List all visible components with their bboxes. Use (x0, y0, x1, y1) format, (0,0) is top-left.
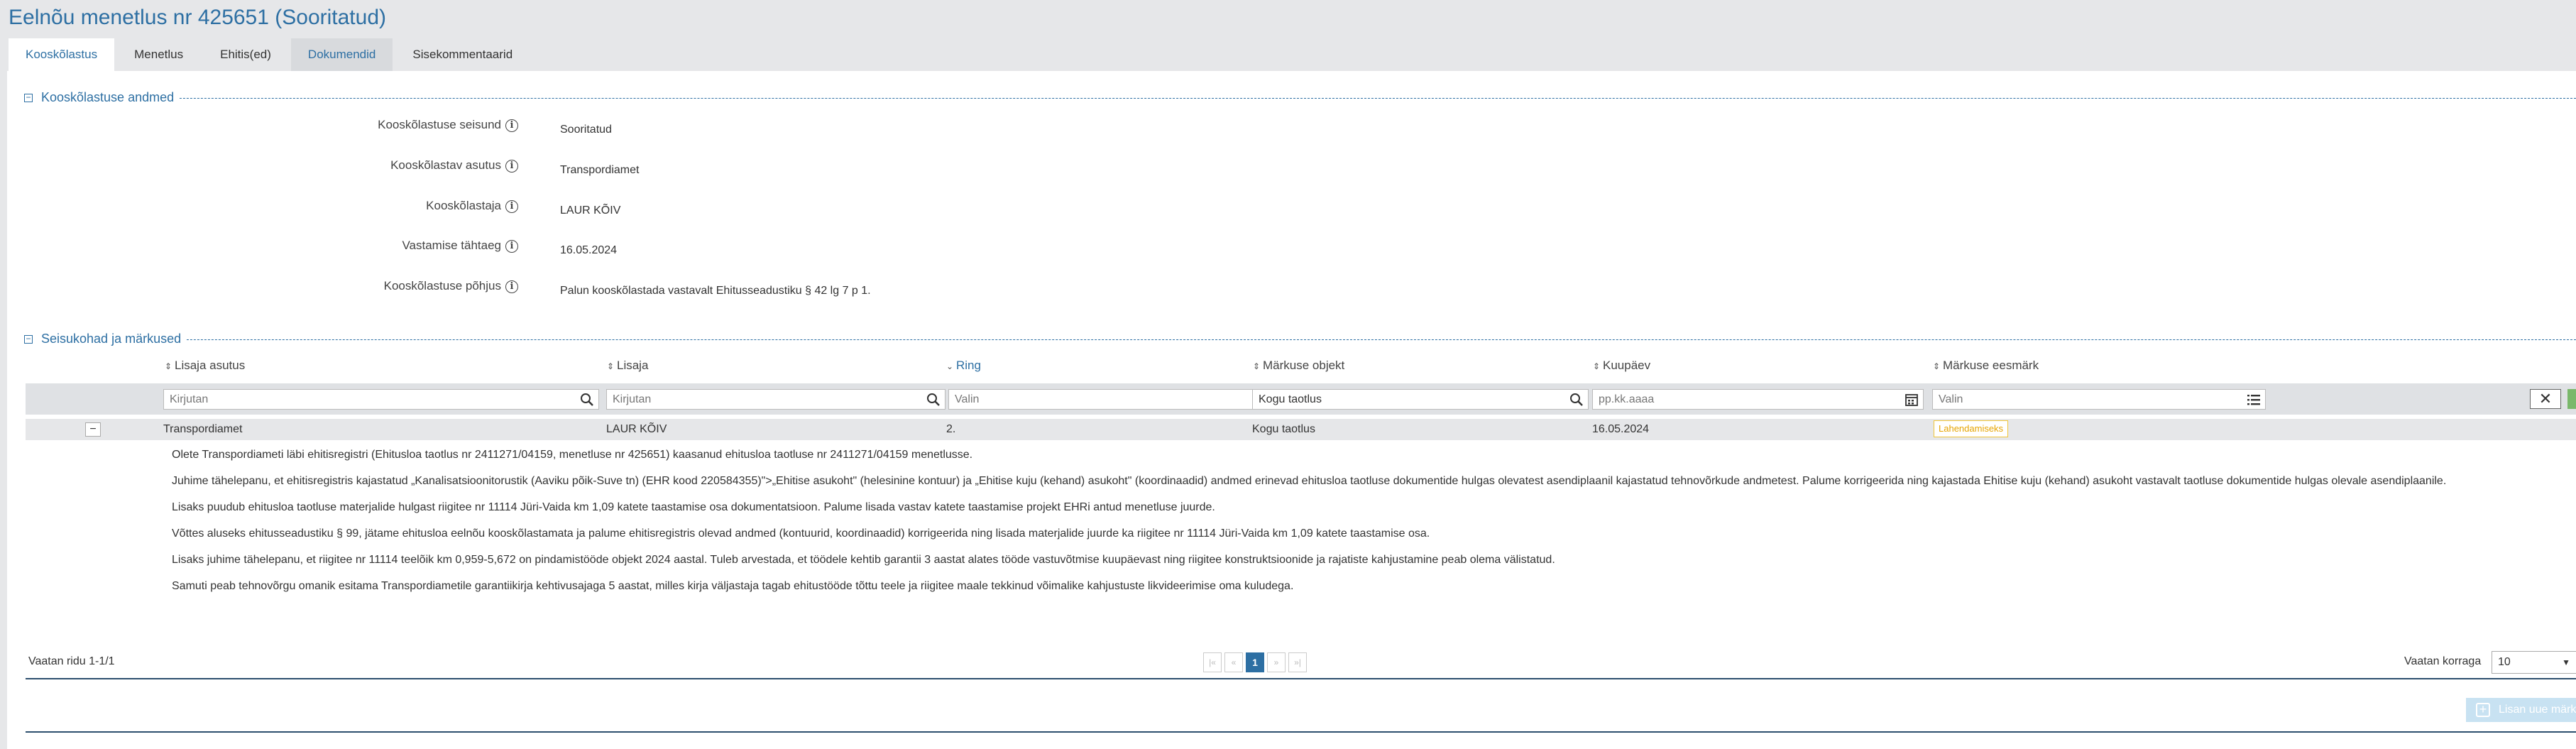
field-value: Transpordiamet (560, 164, 640, 176)
add-remark-button[interactable]: + Lisan uue märkuse (2466, 698, 2576, 722)
clear-filters-button[interactable]: ✕ (2530, 389, 2561, 409)
tab-ehitised[interactable]: Ehitis(ed) (203, 38, 288, 71)
sort-icon: ⇕ (1933, 361, 1941, 371)
search-icon (581, 393, 593, 406)
filter-lisaja-input[interactable]: Kirjutan (606, 389, 946, 410)
table-row[interactable]: − Transpordiamet LAUR KÕIV 2. Kogu taotl… (26, 419, 2576, 440)
sort-icon: ⇕ (1253, 361, 1261, 371)
column-header-ring[interactable]: ⌄ Ring (946, 359, 981, 373)
filter-apply-button[interactable] (2567, 389, 2576, 409)
column-header-markuse-objekt[interactable]: ⇕ Märkuse objekt (1253, 359, 1344, 373)
plus-icon: + (2476, 703, 2490, 717)
filter-ring-select[interactable]: Valin (948, 389, 1271, 410)
field-label: Kooskõlastuse põhjus (383, 279, 501, 293)
cell-ring: 2. (946, 423, 956, 435)
field-value: Palun kooskõlastada vastavalt Ehitussead… (560, 285, 871, 297)
left-strip (0, 0, 7, 749)
collapse-row-button[interactable]: − (85, 422, 101, 437)
prev-page-button[interactable]: « (1224, 652, 1243, 672)
column-header-markuse-eesmark[interactable]: ⇕ Märkuse eesmärk (1933, 359, 2039, 373)
column-header-lisaja-asutus[interactable]: ⇕ Lisaja asutus (165, 359, 245, 373)
per-page-label: Vaatan korraga (2404, 655, 2482, 667)
last-page-button[interactable]: »| (1288, 652, 1307, 672)
field-tahtaeg: Vastamise tähtaeg i 16.05.2024 (0, 239, 1136, 260)
collapse-toggle[interactable]: − (24, 93, 33, 102)
cell-kuupaev: 16.05.2024 (1592, 423, 1650, 435)
search-icon (1570, 393, 1583, 406)
tab-dokumendid[interactable]: Dokumendid (290, 38, 393, 71)
field-value: Sooritatud (560, 124, 612, 136)
section-divider (41, 339, 2576, 340)
section-kooskolastuse-andmed: − Kooskõlastuse andmed (24, 90, 2576, 107)
divider (26, 678, 2576, 679)
per-page-select[interactable]: 10 ▼ (2492, 651, 2576, 674)
calendar-icon (1905, 394, 1918, 406)
field-value: LAUR KÕIV (560, 204, 621, 217)
cell-lisaja: LAUR KÕIV (606, 423, 667, 435)
list-icon (2247, 395, 2260, 405)
filter-bar: Kirjutan Kirjutan Valin Kogu taotlus pp.… (26, 383, 2576, 415)
info-icon[interactable]: i (505, 119, 518, 132)
info-icon[interactable]: i (505, 280, 518, 293)
field-seisund: Kooskõlastuse seisund i Sooritatud (0, 118, 1136, 139)
field-kooskolastaja: Kooskõlastaja i LAUR KÕIV (0, 199, 1136, 220)
field-asutus: Kooskõlastav asutus i Transpordiamet (0, 158, 1136, 180)
field-pohjus: Kooskõlastuse põhjus i Palun kooskõlastad… (0, 279, 1136, 300)
field-label: Vastamise tähtaeg (402, 239, 501, 252)
collapse-toggle[interactable]: − (24, 334, 33, 344)
detail-paragraph: Lisaks juhime tähelepanu, et riigitee nr… (172, 554, 1555, 566)
cell-asutus: Transpordiamet (163, 423, 243, 435)
field-label: Kooskõlastav asutus (390, 158, 501, 172)
tab-menetlus[interactable]: Menetlus (117, 38, 200, 71)
detail-paragraph: Olete Transpordiameti läbi ehitisregistr… (172, 449, 973, 461)
column-header-kuupaev[interactable]: ⇕ Kuupäev (1593, 359, 1650, 373)
info-icon[interactable]: i (505, 239, 518, 253)
detail-paragraph: Lisaks puudub ehitusloa taotluse materja… (172, 501, 1215, 513)
first-page-button[interactable]: |« (1203, 652, 1222, 672)
chevron-down-icon: ▼ (2562, 657, 2570, 667)
info-icon[interactable]: i (505, 199, 518, 213)
tab-bar: Kooskõlastus Menetlus Ehitis(ed) Dokumen… (9, 38, 532, 71)
next-page-button[interactable]: » (1267, 652, 1286, 672)
column-header-lisaja[interactable]: ⇕ Lisaja (607, 359, 648, 373)
divider (26, 731, 2576, 733)
detail-paragraph: Võttes aluseks ehitusseadustiku § 99, jä… (172, 527, 1430, 540)
section-seisukohad: − Seisukohad ja märkused (24, 332, 2576, 349)
tab-sisekommentaarid[interactable]: Sisekommentaarid (395, 38, 530, 71)
section-title: Seisukohad ja märkused (41, 332, 187, 346)
cell-objekt: Kogu taotlus (1252, 423, 1315, 435)
field-label: Kooskõlastuse seisund (378, 118, 501, 131)
info-icon[interactable]: i (505, 159, 518, 173)
page-title: Eelnõu menetlus nr 425651 (Sooritatud) (9, 6, 387, 29)
filter-eesmark-select[interactable]: Valin (1932, 389, 2266, 410)
status-badge: Lahendamiseks (1934, 420, 2009, 437)
field-label: Kooskõlastaja (426, 199, 501, 212)
filter-asutus-input[interactable]: Kirjutan (163, 389, 599, 410)
detail-paragraph: Samuti peab tehnovõrgu omanik esitama Tr… (172, 580, 1294, 592)
page-number-button[interactable]: 1 (1246, 652, 1264, 672)
pager: Vaatan ridu 1-1/1 |« « 1 » »| Vaatan kor… (26, 651, 2576, 675)
section-divider (41, 98, 2576, 99)
sort-icon: ⇕ (1593, 361, 1601, 371)
filter-objekt-input[interactable]: Kogu taotlus (1252, 389, 1589, 410)
section-title: Kooskõlastuse andmed (41, 90, 180, 105)
page: Eelnõu menetlus nr 425651 (Sooritatud) K… (0, 0, 2576, 749)
detail-paragraph: Juhime tähelepanu, et ehitisregistris ka… (172, 475, 2447, 487)
pager-info: Vaatan ridu 1-1/1 (28, 655, 115, 667)
sort-icon: ⇕ (165, 361, 172, 371)
search-icon (927, 393, 940, 406)
field-value: 16.05.2024 (560, 244, 618, 256)
tab-kooskolastus[interactable]: Kooskõlastus (9, 38, 115, 71)
sort-icon: ⇕ (607, 361, 615, 371)
chevron-down-icon: ⌄ (946, 361, 954, 371)
filter-kuupaev-input[interactable]: pp.kk.aaaa (1592, 389, 1924, 410)
row-details: Olete Transpordiameti läbi ehitisregistr… (172, 447, 2557, 605)
